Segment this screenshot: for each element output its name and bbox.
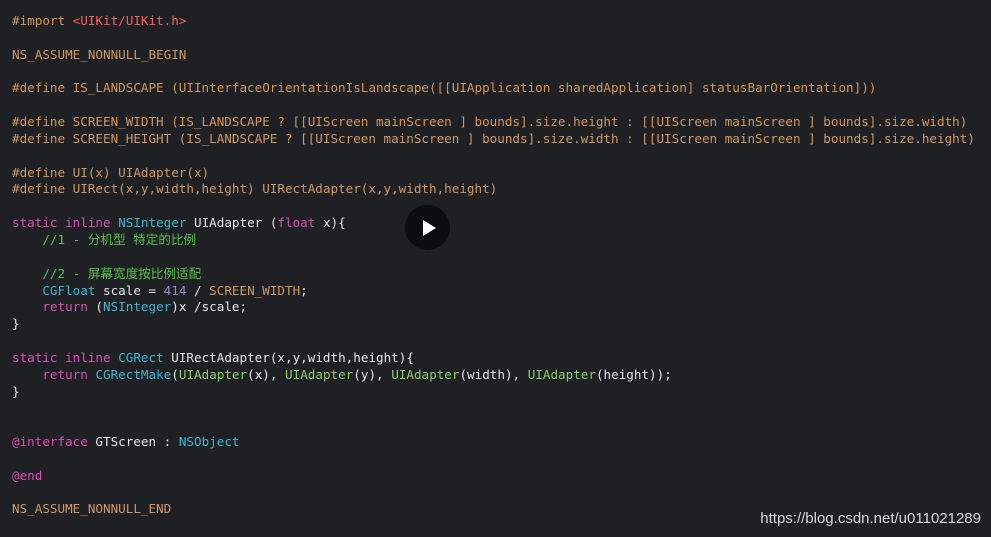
assume-end-macro: NS_ASSUME_NONNULL_END: [12, 501, 172, 517]
type-name: CGFloat: [42, 282, 96, 298]
function-name: UIAdapter (: [186, 215, 278, 231]
code-line-landscape-define: #define IS_LANDSCAPE (UIInterfaceOrienta…: [12, 80, 975, 97]
play-icon: [423, 219, 436, 236]
arg-x: (x),: [247, 366, 286, 382]
return-expr: )x /scale;: [171, 299, 248, 315]
code-line-uirect-define: #define UIRect(x,y,width,height) UIRectA…: [12, 181, 975, 198]
code-line-screen-width-define: #define SCREEN_WIDTH (IS_LANDSCAPE ? [[U…: [12, 114, 975, 131]
param-end: x){: [315, 215, 346, 231]
return-type: CGRect: [118, 349, 164, 365]
code-editor: #import <UIKit/UIKit.h> NS_ASSUME_NONNUL…: [0, 0, 991, 537]
end-keyword: @end: [12, 467, 43, 483]
return-keyword: return: [42, 366, 88, 382]
interface-keyword: @interface: [12, 434, 88, 450]
code-line-return-1: return (NSInteger)x /scale;: [12, 299, 975, 316]
assume-begin-macro: NS_ASSUME_NONNULL_BEGIN: [12, 46, 187, 62]
code-line-assume-begin: NS_ASSUME_NONNULL_BEGIN: [12, 47, 975, 64]
landscape-define: #define IS_LANDSCAPE (UIInterfaceOrienta…: [12, 80, 877, 96]
return-type: NSInteger: [118, 215, 187, 231]
comment: //2 - 屏幕宽度按比例适配: [12, 265, 202, 281]
watermark-url: https://blog.csdn.net/u011021289: [760, 510, 981, 527]
play-button[interactable]: [405, 205, 450, 250]
close-brace: }: [12, 316, 20, 332]
code-line-fn2-signature: static inline CGRect UIRectAdapter(x,y,w…: [12, 350, 975, 367]
screen-height-define: #define SCREEN_HEIGHT (IS_LANDSCAPE ? [[…: [12, 130, 975, 146]
static-keyword: static: [12, 349, 58, 365]
param-type: float: [277, 215, 316, 231]
inline-keyword: inline: [65, 349, 111, 365]
number-literal: 414: [163, 282, 187, 298]
return-keyword: return: [42, 299, 88, 315]
code-line-comment-1: //1 - 分机型 特定的比例: [12, 232, 975, 249]
code-line-end: @end: [12, 468, 975, 485]
uiadapter-call: UIAdapter: [285, 366, 354, 382]
cgrectmake-call: CGRectMake: [95, 366, 172, 382]
cast-open: (: [87, 299, 104, 315]
inline-keyword: inline: [65, 215, 111, 231]
comment: //1 - 分机型 特定的比例: [12, 231, 197, 247]
code-line-screen-height-define: #define SCREEN_HEIGHT (IS_LANDSCAPE ? [[…: [12, 131, 975, 148]
arg-width: (width),: [459, 366, 528, 382]
code-line-ui-define: #define UI(x) UIAdapter(x): [12, 165, 975, 182]
code-line-interface: @interface GTScreen : NSObject: [12, 434, 975, 451]
cast-type: NSInteger: [103, 299, 172, 315]
macro-ref: SCREEN_WIDTH: [209, 282, 301, 298]
code-line-close-brace: }: [12, 316, 975, 333]
close-brace: }: [12, 383, 20, 399]
code-line-return-2: return CGRectMake(UIAdapter(x), UIAdapte…: [12, 367, 975, 384]
code-block: #import <UIKit/UIKit.h> NS_ASSUME_NONNUL…: [12, 13, 975, 518]
code-line-close-brace: }: [12, 384, 975, 401]
scale-assign: scale =: [95, 282, 164, 298]
uirect-define: #define UIRect(x,y,width,height) UIRectA…: [12, 181, 498, 197]
static-keyword: static: [12, 215, 58, 231]
code-line-fn1-signature: static inline NSInteger UIAdapter (float…: [12, 215, 975, 232]
code-line-scale: CGFloat scale = 414 / SCREEN_WIDTH;: [12, 283, 975, 300]
superclass-name: NSObject: [178, 434, 240, 450]
import-path: <UIKit/UIKit.h>: [72, 13, 187, 28]
code-line-comment-2: //2 - 屏幕宽度按比例适配: [12, 266, 975, 283]
function-name: UIRectAdapter(x,y,width,height){: [163, 349, 414, 365]
semicolon: ;: [300, 282, 308, 298]
ui-define: #define UI(x) UIAdapter(x): [12, 164, 210, 180]
divide-op: /: [186, 282, 210, 298]
screen-width-define: #define SCREEN_WIDTH (IS_LANDSCAPE ? [[U…: [12, 114, 968, 130]
uiadapter-call: UIAdapter: [527, 366, 596, 382]
arg-y: (y),: [353, 366, 392, 382]
open-paren: (: [171, 366, 179, 382]
import-directive: #import: [12, 13, 66, 28]
arg-height: (height));: [595, 366, 672, 382]
code-line-import: #import <UIKit/UIKit.h>: [12, 13, 975, 30]
uiadapter-call: UIAdapter: [391, 366, 460, 382]
uiadapter-call: UIAdapter: [178, 366, 248, 382]
interface-name: GTScreen :: [87, 434, 179, 450]
